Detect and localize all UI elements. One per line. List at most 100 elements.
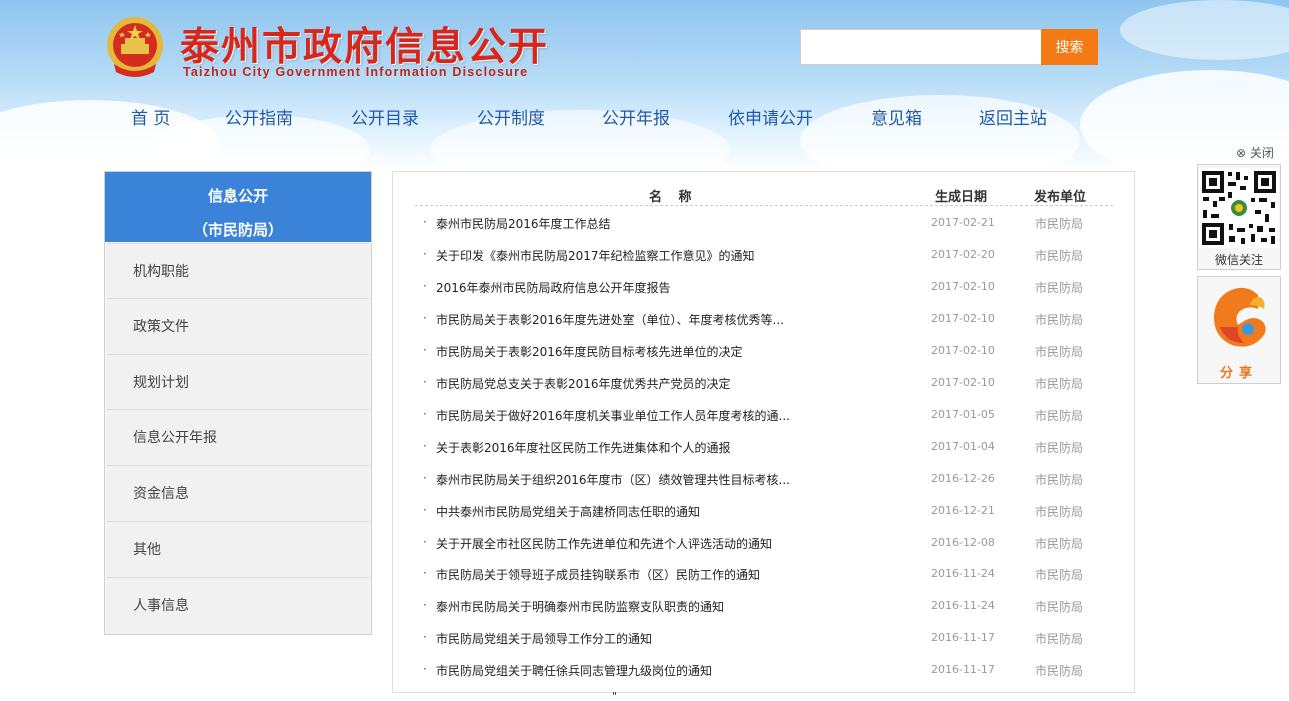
document-date: 2017-02-10 [931, 279, 995, 293]
table-row: · 关于印发《泰州市民防局2017年纪检监察工作意见》的通知 2017-02-20 市… [415, 246, 1113, 266]
document-title-link[interactable]: 市民防局关于领导班子成员挂钩联系市（区）民防工作的通知 [436, 566, 760, 583]
document-title-link[interactable]: 市民防局关于做好2016年度机关事业单位工作人员年度考核的通... [436, 407, 790, 424]
bullet-icon: · [423, 406, 427, 421]
nav-guide[interactable]: 公开指南 [225, 104, 293, 129]
bullet-icon: · [423, 566, 427, 581]
national-emblem-icon [107, 17, 163, 77]
document-unit: 市民防局 [1035, 600, 1084, 615]
table-row: · 市民防局党组关于聘任徐兵同志管理九级岗位的通知 2016-11-17 市民防局 [415, 661, 1113, 681]
document-unit: 市民防局 [1035, 280, 1084, 295]
table-row: · 泰州市民防局关于组织2016年度市（区）绩效管理共性目标考核... 2016-1… [415, 470, 1113, 490]
nav-system[interactable]: 公开制度 [477, 104, 545, 129]
sidebar-title: 信息公开 [207, 187, 268, 205]
wechat-qr-widget: 微信关注 [1197, 164, 1281, 270]
sidebar-item-functions[interactable]: 机构职能 [107, 243, 369, 299]
table-row: · 泰州市民防局2016年度工作总结 2017-02-21 市民防局 [415, 214, 1113, 234]
bullet-icon: · [423, 662, 427, 677]
sidebar: 信息公开 （市民防局） 机构职能 政策文件 规划计划 信息公开年报 资金信息 其… [104, 171, 372, 635]
table-row: · 中共泰州市民防局党组关于高建桥同志任职的通知 2016-12-21 市民防局 [415, 502, 1113, 522]
document-title-link[interactable]: 市民防局党组关于聘任徐兵同志管理九级岗位的通知 [436, 662, 712, 679]
sidebar-item-other[interactable]: 其他 [107, 521, 369, 578]
document-date: 2016-12-21 [931, 503, 995, 517]
document-title-link[interactable]: 泰州市民防局关于组织2016年度市（区）绩效管理共性目标考核... [436, 471, 790, 488]
table-row: · 市民防局关于做好2016年度机关事业单位工作人员年度考核的通... 2017-0… [415, 406, 1113, 426]
qr-code-icon [1199, 168, 1279, 248]
document-unit: 市民防局 [1035, 664, 1084, 679]
sidebar-item-annual-report[interactable]: 信息公开年报 [107, 410, 369, 467]
main-nav: 首 页 公开指南 公开目录 公开制度 公开年报 依申请公开 意见箱 返回主站 [0, 104, 1289, 130]
document-list-panel: 名 称 生成日期 发布单位 · 泰州市民防局2016年度工作总结 2017-02-2… [392, 171, 1135, 693]
sidebar-list: 机构职能 政策文件 规划计划 信息公开年报 资金信息 其他 人事信息 [105, 243, 371, 634]
bullet-icon: · [423, 534, 427, 549]
search-input[interactable] [800, 29, 1042, 65]
table-row: · 市民防局关于表彰2016年度先进处室（单位）、年度考核优秀等... 2017-0… [415, 310, 1113, 330]
qr-caption: 微信关注 [1214, 253, 1263, 267]
document-title-link[interactable]: 关于开展全市社区民防工作先进单位和先进个人评选活动的通知 [436, 535, 772, 552]
document-date: 2017-02-10 [931, 311, 995, 325]
nav-back-main[interactable]: 返回主站 [979, 104, 1047, 129]
document-unit: 市民防局 [1035, 344, 1084, 359]
document-title-link[interactable]: 中共泰州市民防局党组关于高建桥同志任职的通知 [436, 503, 700, 520]
nav-annual-report[interactable]: 公开年报 [602, 104, 670, 129]
table-row: · 市民防局关于领导班子成员挂钩联系市（区）民防工作的通知 2016-11-24 市民… [415, 565, 1113, 585]
document-date: 2017-01-05 [931, 407, 995, 421]
close-widgets-link[interactable]: ⊗ 关闭 [1236, 144, 1274, 161]
nav-catalog[interactable]: 公开目录 [351, 104, 419, 129]
bullet-icon: · [423, 470, 427, 485]
table-row: · 2016年泰州市民防局政府信息公开年度报告 2017-02-10 市民防局 [415, 278, 1113, 298]
bullet-icon: · [423, 246, 427, 261]
document-date: 2016-11-17 [931, 631, 995, 645]
bullet-icon: · [423, 502, 427, 517]
nav-home[interactable]: 首 页 [131, 104, 170, 129]
document-date: 2017-02-21 [931, 216, 995, 229]
bullet-icon: · [423, 374, 427, 389]
document-title-link[interactable]: 关于印发《泰州市民防局2017年纪检监察工作意见》的通知 [436, 247, 755, 264]
bullet-icon: · [423, 278, 427, 293]
document-unit: 市民防局 [1035, 472, 1084, 487]
document-date: 2017-02-10 [931, 343, 995, 357]
share-logo-icon [1213, 287, 1266, 347]
document-unit: 市民防局 [1035, 312, 1084, 327]
table-row: · 市民防局党组关于局领导工作分工的通知 2016-11-17 市民防局 [415, 629, 1113, 649]
document-title-link[interactable]: 市民防局关于表彰2016年度民防目标考核先进单位的决定 [436, 343, 743, 360]
bullet-icon: · [423, 215, 427, 229]
bullet-icon: · [423, 310, 427, 325]
sidebar-item-policy[interactable]: 政策文件 [107, 298, 369, 355]
document-title-link[interactable]: 2016年泰州市民防局政府信息公开年度报告 [436, 279, 671, 296]
bullet-icon: · [423, 438, 427, 453]
document-title-link[interactable]: 关于表彰2016年度社区民防工作先进集体和个人的通报 [436, 439, 731, 456]
sidebar-item-personnel[interactable]: 人事信息 [107, 577, 369, 634]
document-date: 2016-11-17 [931, 663, 995, 677]
bullet-icon: · [423, 342, 427, 357]
document-date: 2017-02-10 [931, 375, 995, 389]
document-date: 2016-12-08 [931, 535, 995, 549]
table-row: · 市民防局关于表彰2016年度民防目标考核先进单位的决定 2017-02-10 市民… [415, 342, 1113, 362]
site-title: 泰州市政府信息公开 [180, 24, 550, 70]
sidebar-subtitle: （市民防局） [192, 221, 283, 239]
document-title-link[interactable]: 市民防局党组关于局领导工作分工的通知 [436, 630, 652, 647]
document-unit: 市民防局 [1035, 568, 1084, 583]
sidebar-item-planning[interactable]: 规划计划 [107, 354, 369, 411]
document-unit: 市民防局 [1035, 504, 1084, 519]
document-unit: 市民防局 [1035, 440, 1084, 455]
document-unit: 市民防局 [1035, 217, 1084, 231]
share-widget[interactable]: 分享 [1197, 276, 1281, 384]
bottom-mark: " [612, 690, 618, 701]
document-title-link[interactable]: 泰州市民防局关于明确泰州市民防监察支队职责的通知 [436, 598, 724, 615]
sidebar-item-funds[interactable]: 资金信息 [107, 466, 369, 522]
document-title-link[interactable]: 市民防局党总支关于表彰2016年度优秀共产党员的决定 [436, 375, 731, 392]
document-unit: 市民防局 [1035, 536, 1084, 551]
column-unit: 发布单位 [1034, 190, 1087, 205]
document-date: 2017-02-20 [931, 247, 995, 261]
document-title-link[interactable]: 市民防局关于表彰2016年度先进处室（单位）、年度考核优秀等... [436, 311, 784, 328]
bullet-icon: · [423, 630, 427, 645]
site-subtitle: Taizhou City Government Information Disc… [183, 65, 529, 79]
nav-feedback[interactable]: 意见箱 [871, 104, 922, 129]
share-caption: 分享 [1219, 366, 1258, 381]
document-unit: 市民防局 [1035, 248, 1084, 263]
search-button[interactable]: 搜索 [1041, 29, 1098, 65]
table-row: · 泰州市民防局关于明确泰州市民防监察支队职责的通知 2016-11-24 市民防局 [415, 597, 1113, 617]
table-row: · 关于表彰2016年度社区民防工作先进集体和个人的通报 2017-01-04 市民防… [415, 438, 1113, 458]
document-title-link[interactable]: 泰州市民防局2016年度工作总结 [436, 215, 611, 232]
nav-apply[interactable]: 依申请公开 [728, 104, 813, 129]
